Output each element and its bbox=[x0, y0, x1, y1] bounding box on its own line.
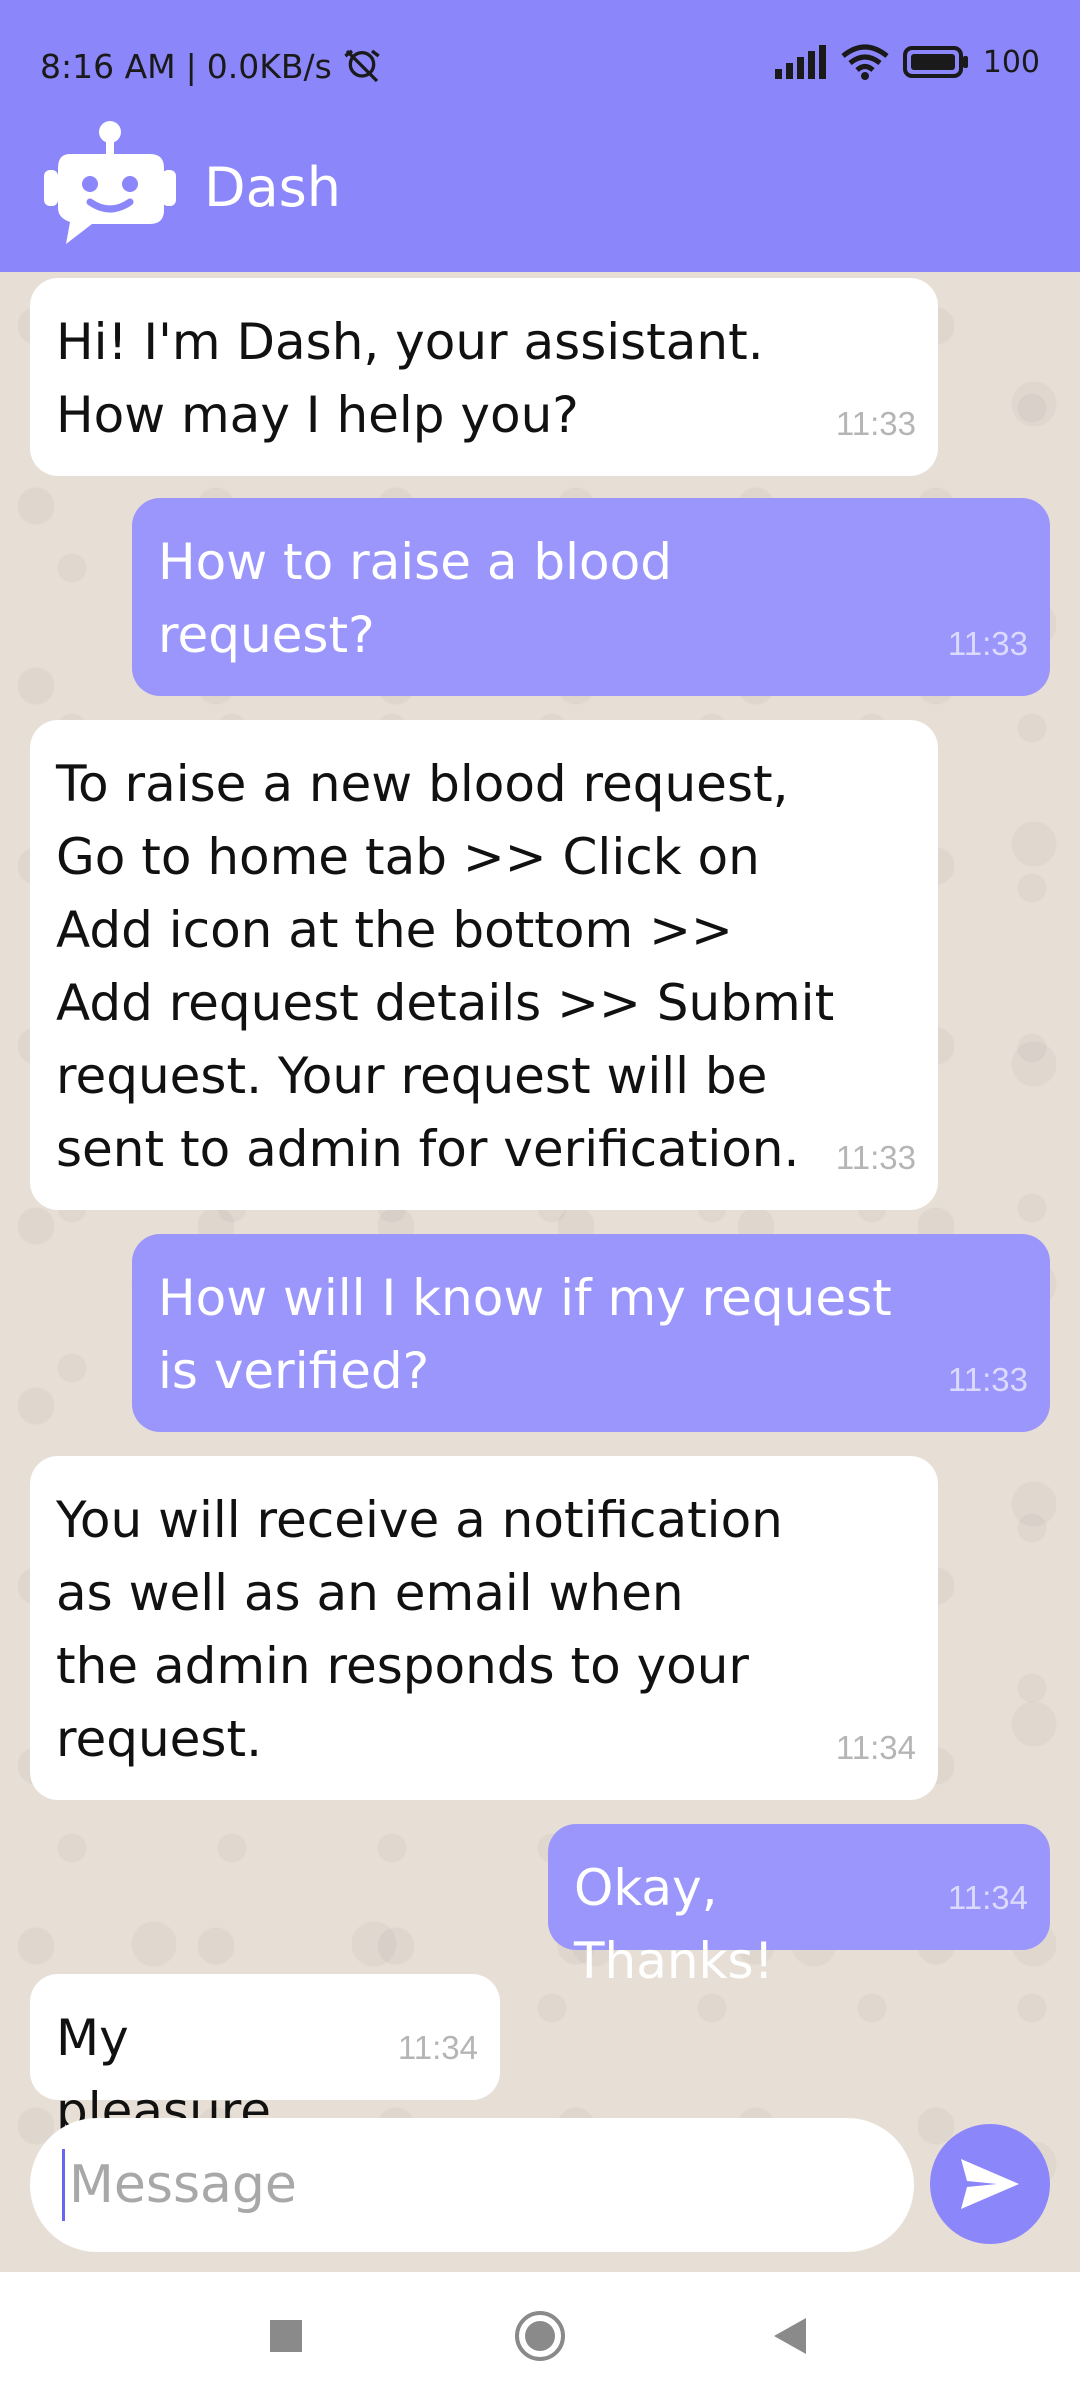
message-input[interactable] bbox=[69, 2155, 869, 2215]
message-time: 11:34 bbox=[947, 1879, 1028, 1916]
recents-button[interactable] bbox=[256, 2306, 316, 2366]
message-time: 11:34 bbox=[835, 1729, 916, 1766]
message-text: To raise a new blood request, Go to home… bbox=[56, 755, 835, 1178]
text-caret bbox=[62, 2149, 65, 2221]
status-time: 8:16 AM bbox=[40, 46, 176, 86]
chat-area[interactable]: Hi! I'm Dash, your assistant. How may I … bbox=[0, 272, 1080, 2272]
message-time: 11:33 bbox=[835, 405, 916, 442]
message-text: You will receive a notification as well … bbox=[56, 1491, 783, 1768]
status-left: 8:16 AM | 0.0KB/s bbox=[40, 46, 382, 86]
user-message: How will I know if my request is verifie… bbox=[132, 1234, 1050, 1432]
message-time: 11:33 bbox=[835, 1139, 916, 1176]
message-text: How to raise a blood request? bbox=[158, 533, 672, 664]
alarm-off-icon bbox=[344, 49, 380, 83]
status-right: 100 bbox=[774, 44, 1040, 80]
app-header: 8:16 AM | 0.0KB/s 100 Dash bbox=[0, 0, 1080, 272]
message-composer bbox=[30, 2118, 914, 2252]
signal-icon bbox=[774, 45, 826, 79]
wifi-icon bbox=[841, 44, 889, 80]
send-icon bbox=[961, 2159, 1019, 2209]
message-time: 11:34 bbox=[397, 2029, 478, 2066]
send-button[interactable] bbox=[930, 2124, 1050, 2244]
bot-message: Hi! I'm Dash, your assistant. How may I … bbox=[30, 278, 938, 476]
app-bar: Dash bbox=[0, 118, 1080, 272]
message-text: Hi! I'm Dash, your assistant. How may I … bbox=[56, 313, 764, 444]
message-time: 11:33 bbox=[947, 1361, 1028, 1398]
message-time: 11:33 bbox=[947, 625, 1028, 662]
triangle-back-icon bbox=[774, 2318, 806, 2354]
user-message: How to raise a blood request? 11:33 bbox=[132, 498, 1050, 696]
network-speed: 0.0KB/s bbox=[206, 46, 332, 86]
system-nav-bar bbox=[0, 2272, 1080, 2400]
bot-message: My pleasure. 11:34 bbox=[30, 1974, 500, 2140]
user-message: Okay, Thanks! 11:34 bbox=[548, 1824, 1050, 1990]
back-button[interactable] bbox=[760, 2306, 820, 2366]
battery-level: 100 bbox=[982, 44, 1040, 80]
square-icon bbox=[270, 2320, 302, 2352]
circle-icon bbox=[515, 2311, 565, 2361]
home-button[interactable] bbox=[510, 2306, 570, 2366]
app-title: Dash bbox=[204, 156, 342, 219]
robot-logo-icon bbox=[44, 121, 176, 244]
message-text: How will I know if my request is verifie… bbox=[158, 1269, 892, 1400]
bot-message: You will receive a notification as well … bbox=[30, 1456, 938, 1800]
status-bar: 8:16 AM | 0.0KB/s 100 bbox=[0, 0, 1080, 130]
bot-message: To raise a new blood request, Go to home… bbox=[30, 720, 938, 1210]
message-text: Okay, Thanks! bbox=[574, 1859, 774, 1990]
battery-icon bbox=[902, 46, 968, 78]
